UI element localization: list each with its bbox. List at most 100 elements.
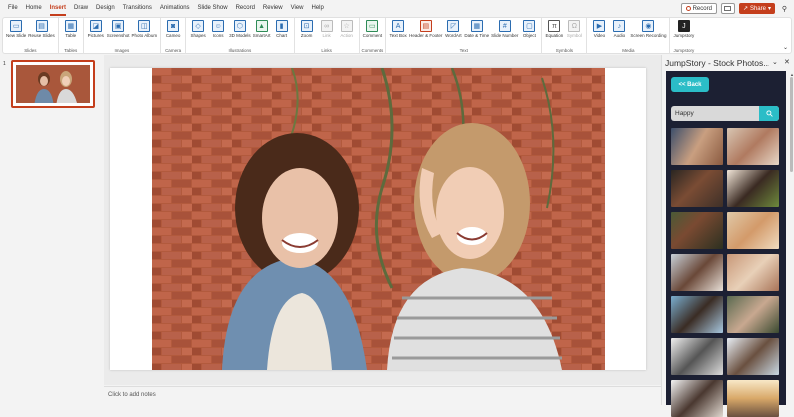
pictures-label: Pictures [87,33,104,38]
shapes-icon: ◇ [192,20,205,32]
group-symbols: π Equation Ω Symbol Symbols [542,18,588,54]
tab-draw[interactable]: Draw [70,0,92,17]
pin-button[interactable]: ⚲ [779,3,790,14]
chevron-down-icon: ▾ [767,6,771,12]
group-label-slides: Slides [24,48,37,53]
tab-design[interactable]: Design [92,0,119,17]
gallery-photo[interactable] [727,170,779,207]
search-input[interactable] [671,106,761,121]
cameo-label: Cameo [165,33,181,38]
tab-record[interactable]: Record [232,0,259,17]
panel-close-icon[interactable]: ✕ [784,58,790,66]
screenshot-label: Screenshot [106,33,130,38]
chart-label: Chart [276,33,288,38]
gallery-photo[interactable] [727,212,779,249]
cube-icon: ⬡ [233,20,246,32]
group-label-illustrations: Illustrations [228,48,252,53]
3d-models-label: 3D Models [229,33,251,38]
gallery-photo[interactable] [671,338,723,375]
chart-icon: ▮ [275,20,288,32]
record-button[interactable]: Record [680,3,717,14]
record-icon [685,6,691,11]
gallery-photo[interactable] [727,296,779,333]
comment-label: Comment [362,33,383,38]
thumbnail-photo-graphic [16,65,90,103]
smartart-label: SmartArt [252,33,271,38]
header-footer-icon: ▤ [419,20,432,32]
screenshot-icon: ▣ [112,20,125,32]
slide-number: 1 [3,61,6,67]
tab-transitions[interactable]: Transitions [119,0,156,17]
search-icon [765,110,773,117]
tab-insert[interactable]: Insert [46,0,70,17]
gallery-photo[interactable] [671,128,723,165]
comment-icon [724,5,732,11]
icons-label: Icons [212,33,224,38]
smartart-icon: ▲ [255,20,268,32]
group-images: ◪ Pictures ▣ Screenshot ◫ Photo Album Image… [84,18,162,54]
search-button[interactable] [759,106,779,121]
gallery-photo[interactable] [671,170,723,207]
group-tables: ▦ Table Tables [59,18,84,54]
slide-thumbnail[interactable] [11,60,95,108]
gallery-photo[interactable] [671,380,723,417]
audio-label: Audio [613,33,626,38]
menu-right-controls: Record ↗ Share ▾ ⚲ [680,3,790,14]
gallery-photo[interactable] [727,338,779,375]
icons-icon: ☺ [212,20,225,32]
group-camera: ◙ Cameo Camera [161,18,187,54]
back-button[interactable]: << Back [671,77,709,92]
group-label-media: Media [622,48,635,53]
symbol-label: Symbol [566,33,582,38]
group-comments: ▭ Comment Comments [360,18,387,54]
comments-button[interactable] [720,3,735,14]
pictures-icon: ◪ [89,20,102,32]
search-box [671,106,779,121]
tab-animations[interactable]: Animations [156,0,194,17]
link-icon: ∞ [320,20,333,32]
zoom-icon: ⊡ [300,20,313,32]
tab-view[interactable]: View [287,0,308,17]
screen-recording-label: Screen Recording [630,33,667,38]
header-footer-label: Header & Footer [409,33,443,38]
tab-review[interactable]: Review [259,0,287,17]
tab-help[interactable]: Help [308,0,328,17]
jumpstory-panel: JumpStory - Stock Photos... ⌄ ✕ << Back [661,55,794,417]
zoom-label: Zoom [300,33,313,38]
camera-icon: ◙ [167,20,180,32]
object-label: Object [522,33,536,38]
action-icon: ☆ [340,20,353,32]
video-icon: ▶ [593,20,606,32]
group-links: ⊡ Zoom ∞ Link ☆ Action Links [295,18,360,54]
group-jumpstory: J Jumpstory Jumpstory [670,18,697,54]
gallery-photo[interactable] [727,128,779,165]
screen-recording-icon: ◉ [642,20,655,32]
record-label: Record [692,5,712,12]
slide-photo[interactable] [152,68,605,370]
collapse-ribbon-chevron-icon[interactable]: ⌄ [783,44,788,51]
gallery-photo[interactable] [671,212,723,249]
slide-thumbnail-image [16,65,90,103]
new-slide-label: New Slide [6,33,27,38]
tab-home[interactable]: Home [22,0,46,17]
jumpstory-content: << Back [666,71,786,417]
share-label: Share [749,5,766,12]
jumpstory-icon: J [677,20,690,32]
gallery-photo[interactable] [671,296,723,333]
photo-album-label: Photo Album [131,33,158,38]
gallery-photo[interactable] [727,380,779,417]
panel-options-chevron-icon[interactable]: ⌄ [772,58,778,66]
group-label-tables: Tables [64,48,78,53]
comment-icon: ▭ [366,20,379,32]
group-label-text: Text [459,48,468,53]
group-media: ▶ Video ♪ Audio ◉ Screen Recording Media [587,18,671,54]
tab-file[interactable]: File [4,0,22,17]
share-button[interactable]: ↗ Share ▾ [738,3,775,14]
gallery-photo[interactable] [727,254,779,291]
gallery-photo[interactable] [671,254,723,291]
group-illustrations: ◇ Shapes ☺ Icons ⬡ 3D Models ▲ SmartArt ▮ Cha… [186,18,295,54]
menu-bar: File Home Insert Draw Design Transitions… [0,0,794,17]
tab-slide-show[interactable]: Slide Show [194,0,232,17]
notes-area[interactable]: Click to add notes [104,386,661,405]
panel-scrollbar[interactable] [790,77,793,172]
